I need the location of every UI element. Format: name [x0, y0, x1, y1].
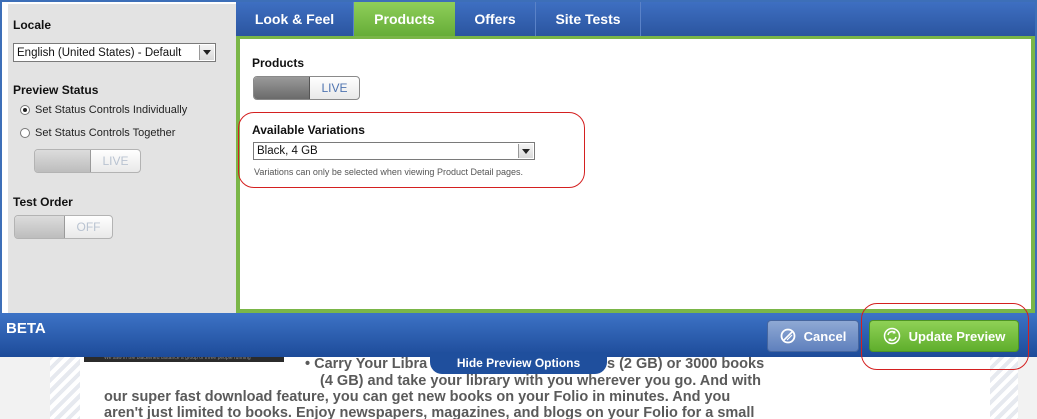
- test-order-toggle[interactable]: OFF: [14, 215, 113, 239]
- page-text-line-2: (4 GB) and take your library with you wh…: [320, 373, 761, 389]
- radio-unselected-icon[interactable]: [20, 128, 30, 138]
- update-preview-button[interactable]: Update Preview: [869, 320, 1019, 352]
- hide-preview-options-button[interactable]: Hide Preview Options: [430, 352, 607, 374]
- page-left-border: [50, 355, 80, 419]
- page-text-line-4: aren't just limited to books. Enjoy news…: [104, 405, 755, 419]
- cancel-button[interactable]: Cancel: [767, 320, 859, 352]
- radio-together-label: Set Status Controls Together: [35, 127, 176, 139]
- locale-select-value: English (United States) - Default: [17, 46, 182, 59]
- tab-look-and-feel[interactable]: Look & Feel: [236, 2, 354, 36]
- beta-label: BETA: [6, 320, 46, 337]
- page-text-line-1-start: • Carry Your Libra: [305, 356, 428, 372]
- cancel-icon: [780, 328, 796, 344]
- update-preview-label: Update Preview: [908, 328, 1006, 344]
- refresh-icon: [883, 327, 900, 345]
- radio-status-together[interactable]: Set Status Controls Together: [20, 127, 175, 139]
- test-order-toggle-label: OFF: [76, 220, 101, 234]
- toggle-knob[interactable]: [254, 77, 310, 99]
- radio-status-individually[interactable]: Set Status Controls Individually: [20, 104, 187, 116]
- available-variations-label: Available Variations: [252, 123, 365, 137]
- locale-label: Locale: [13, 18, 52, 32]
- tab-offers[interactable]: Offers: [455, 2, 536, 36]
- products-status-toggle[interactable]: LIVE: [253, 76, 360, 100]
- status-together-toggle[interactable]: LIVE: [34, 149, 141, 173]
- tab-products[interactable]: Products: [354, 2, 455, 36]
- chevron-down-icon[interactable]: [518, 144, 533, 158]
- products-label: Products: [252, 56, 305, 70]
- radio-selected-icon[interactable]: [20, 105, 30, 115]
- locale-select[interactable]: English (United States) - Default: [13, 43, 216, 62]
- test-order-label: Test Order: [13, 195, 73, 209]
- page-text-line-1-end: s (2 GB) or 3000 books: [607, 356, 765, 372]
- variation-select[interactable]: Black, 4 GB: [253, 142, 535, 160]
- cancel-button-label: Cancel: [803, 328, 847, 344]
- products-toggle-label: LIVE: [321, 81, 348, 95]
- status-toggle-label: LIVE: [102, 154, 129, 168]
- chevron-down-icon[interactable]: [199, 45, 214, 60]
- tab-site-tests[interactable]: Site Tests: [536, 2, 641, 36]
- variations-hint: Variations can only be selected when vie…: [254, 167, 523, 177]
- preview-status-label: Preview Status: [13, 83, 99, 97]
- toggle-knob[interactable]: [15, 216, 65, 238]
- page-text-line-3: our super fast download feature, you can…: [104, 389, 731, 405]
- variation-select-value: Black, 4 GB: [257, 145, 318, 157]
- toggle-knob[interactable]: [35, 150, 91, 172]
- radio-individually-label: Set Status Controls Individually: [35, 104, 188, 116]
